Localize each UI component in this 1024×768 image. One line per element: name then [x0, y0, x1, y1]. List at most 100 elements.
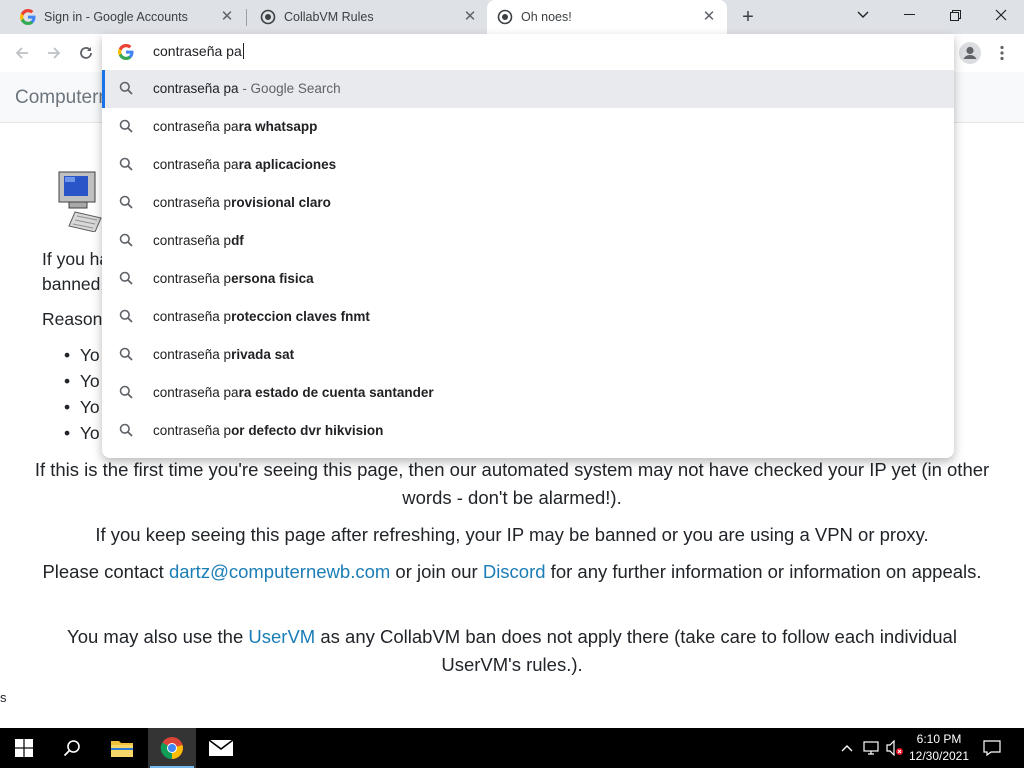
clock-date: 12/30/2021: [908, 749, 970, 763]
search-icon: [119, 385, 135, 401]
omnibox-suggestion[interactable]: contraseña para estado de cuenta santand…: [102, 374, 954, 412]
suggestion-completion: ra estado de cuenta santander: [238, 385, 434, 400]
text-caret: [242, 43, 244, 59]
tab-google-accounts[interactable]: Sign in - Google Accounts ✕: [0, 0, 245, 34]
banned-notice: If you keep seeing this page after refre…: [95, 524, 929, 545]
suggestion-completion: df: [231, 233, 244, 248]
reload-icon[interactable]: [74, 41, 98, 65]
tab-strip: Sign in - Google Accounts ✕ CollabVM Rul…: [0, 0, 1024, 34]
suggestion-completion: rivada sat: [231, 347, 295, 362]
search-icon: [119, 157, 135, 173]
browser-menu-icon[interactable]: [994, 41, 1010, 65]
discord-link[interactable]: Discord: [483, 561, 546, 582]
uservm-text: as any CollabVM ban does not apply there…: [315, 626, 957, 675]
contact-paragraph: Please contact dartz@computernewb.com or…: [30, 558, 994, 586]
omnibox-suggestion[interactable]: contraseña para aplicaciones: [102, 146, 954, 184]
suggestion-text: contraseña provisional claro: [153, 195, 331, 210]
search-icon: [119, 423, 135, 439]
suggestion-text: contraseña por defecto dvr hikvision: [153, 423, 383, 438]
google-g-icon: [118, 44, 134, 60]
suggestion-prefix: contraseña p: [153, 423, 232, 438]
tab-search-chevron-icon[interactable]: [840, 0, 886, 30]
suggestion-prefix: contraseña pa: [153, 81, 239, 96]
tab-title: CollabVM Rules: [284, 10, 374, 24]
tab-close-icon[interactable]: ✕: [701, 9, 717, 25]
suggestion-completion: or defecto dvr hikvision: [231, 423, 384, 438]
suggestion-prefix: contraseña p: [153, 195, 232, 210]
new-tab-plus-icon[interactable]: +: [737, 6, 759, 28]
tab-separator: [246, 9, 247, 26]
stray-text: s: [0, 690, 7, 705]
omnibox-popup: contraseña pa contraseña pa - Google Sea…: [102, 34, 954, 458]
forward-arrow-icon[interactable]: [42, 41, 66, 65]
omnibox-suggestion[interactable]: contraseña para whatsapp: [102, 108, 954, 146]
tab-close-icon[interactable]: ✕: [462, 9, 478, 25]
suggestion-completion: ra whatsapp: [238, 119, 318, 134]
tray-chevron-up-icon[interactable]: [838, 740, 856, 756]
suggestion-prefix: contraseña pa: [153, 385, 239, 400]
computer-icon: [55, 150, 103, 233]
search-icon: [119, 347, 135, 363]
omnibox-suggestion[interactable]: contraseña pdf: [102, 222, 954, 260]
tab-close-icon[interactable]: ✕: [219, 9, 235, 25]
collabvm-icon: [497, 9, 513, 25]
restore-icon[interactable]: [932, 0, 978, 30]
window-close-icon[interactable]: [978, 0, 1024, 30]
network-icon[interactable]: [862, 740, 880, 756]
intro-text-2: banned: [42, 274, 101, 294]
search-icon: [119, 81, 135, 97]
search-icon: [119, 119, 135, 135]
google-g-icon: [20, 9, 36, 25]
suggestion-text: contraseña para whatsapp: [153, 119, 317, 134]
mail-icon[interactable]: [197, 728, 245, 768]
uservm-text: You may also use the: [67, 626, 249, 647]
suggestion-text: contraseña pdf: [153, 233, 244, 248]
chrome-icon[interactable]: [148, 728, 196, 768]
suggestion-text: contraseña para aplicaciones: [153, 157, 336, 172]
omnibox-suggestion[interactable]: contraseña pa - Google Search: [102, 70, 954, 108]
omnibox-suggestion[interactable]: contraseña privada sat: [102, 336, 954, 374]
search-icon: [119, 271, 135, 287]
contact-text: Please contact: [42, 561, 169, 582]
suggestion-text: contraseña privada sat: [153, 347, 294, 362]
search-icon: [119, 309, 135, 325]
profile-avatar-icon[interactable]: [958, 41, 982, 65]
search-icon[interactable]: [48, 728, 96, 768]
omnibox-suggestion[interactable]: contraseña provisional claro: [102, 184, 954, 222]
suggestion-text: contraseña para estado de cuenta santand…: [153, 385, 434, 400]
notification-center-icon[interactable]: [982, 740, 1002, 756]
taskbar-clock[interactable]: 6:10 PM 12/30/2021: [902, 731, 976, 765]
suggestion-prefix: contraseña p: [153, 347, 232, 362]
suggestion-completion: rovisional claro: [231, 195, 331, 210]
suggestion-prefix: contraseña pa: [153, 157, 239, 172]
site-brand[interactable]: Computern: [15, 87, 109, 109]
start-windows-icon[interactable]: [0, 728, 48, 768]
omnibox-suggestion[interactable]: contraseña persona fisica: [102, 260, 954, 298]
contact-text: or join our: [390, 561, 483, 582]
tab-collabvm-rules[interactable]: CollabVM Rules ✕: [248, 0, 488, 34]
minimize-icon[interactable]: [886, 0, 932, 30]
intro-text: If you ha: [42, 249, 110, 269]
file-explorer-folder-icon[interactable]: [98, 728, 146, 768]
first-time-notice: If this is the first time you're seeing …: [34, 459, 990, 508]
suggestion-prefix: contraseña p: [153, 309, 232, 324]
suggestion-text: contraseña proteccion claves fnmt: [153, 309, 370, 324]
back-arrow-icon[interactable]: [10, 41, 34, 65]
uservm-link[interactable]: UserVM: [248, 626, 315, 647]
omnibox-suggestion[interactable]: contraseña por defecto dvr hikvision: [102, 412, 954, 450]
tab-title: Oh noes!: [521, 10, 572, 24]
reason-item: • Yo: [64, 345, 100, 365]
collabvm-icon: [260, 9, 276, 25]
search-icon: [119, 195, 135, 211]
address-bar[interactable]: contraseña pa: [102, 34, 954, 70]
contact-text: for any further information or informati…: [545, 561, 982, 582]
reason-item: • Yo: [64, 397, 100, 417]
address-input[interactable]: contraseña pa: [153, 43, 244, 59]
reason-item: • Yo: [64, 423, 100, 443]
email-link[interactable]: dartz@computernewb.com: [169, 561, 390, 582]
omnibox-suggestion[interactable]: contraseña proteccion claves fnmt: [102, 298, 954, 336]
tab-oh-noes[interactable]: Oh noes! ✕: [487, 0, 727, 34]
windows-taskbar: 6:10 PM 12/30/2021: [0, 728, 1024, 768]
suggestion-prefix: contraseña pa: [153, 119, 239, 134]
suggestion-completion: ersona fisica: [231, 271, 314, 286]
